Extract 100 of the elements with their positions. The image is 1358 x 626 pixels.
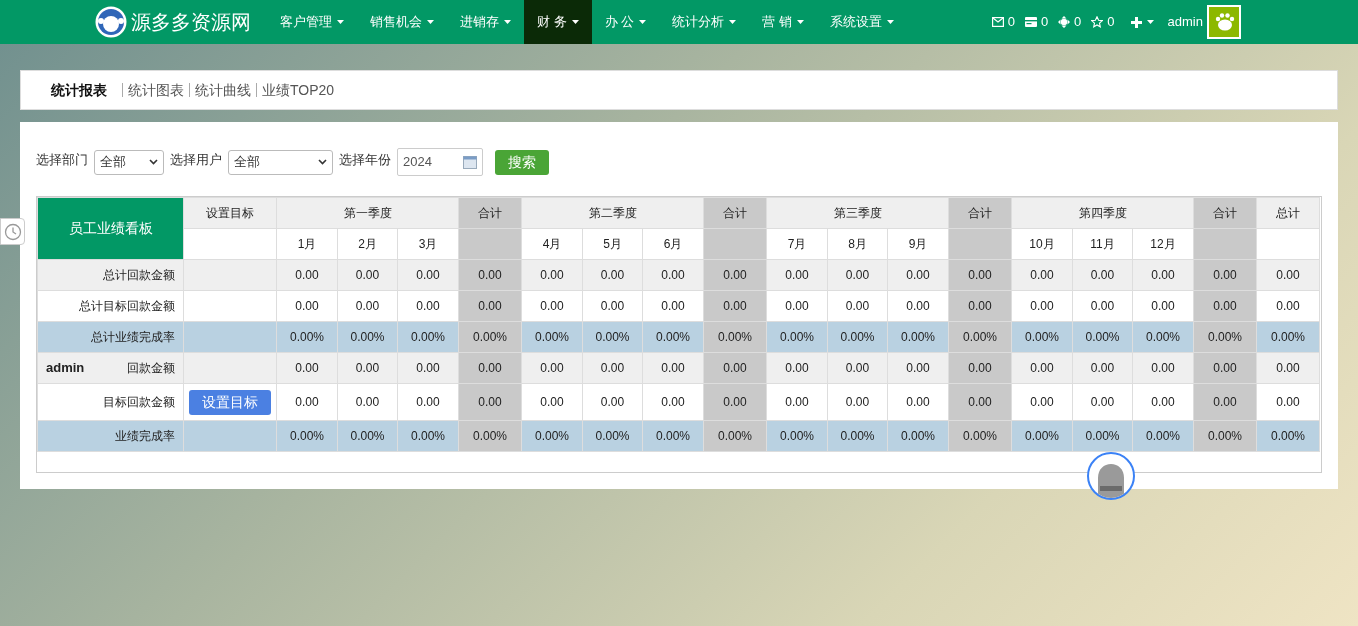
select-field[interactable]: 全部 — [228, 149, 333, 175]
card-counter[interactable]: 0 — [1024, 12, 1049, 32]
column-header: 合计 — [458, 197, 522, 229]
table-cell: 0.00 — [1193, 259, 1257, 291]
menu-item[interactable]: 系统设置 — [816, 0, 907, 44]
table-cell: 0.00 — [458, 352, 522, 384]
table-cell: 0.00 — [397, 352, 459, 384]
star-icon — [1091, 16, 1104, 28]
menu-item[interactable]: 客户管理 — [267, 0, 357, 44]
table-cell: 0.00 — [337, 290, 398, 322]
caret-icon — [337, 20, 344, 24]
chevron-icon — [318, 159, 327, 165]
table-cell: 0.00% — [887, 321, 949, 353]
table-cell: 0.00 — [1193, 352, 1257, 384]
mail-counter[interactable]: 0 — [991, 12, 1015, 32]
table-cell: 0.00 — [1011, 259, 1073, 291]
table-cell: 0.00 — [887, 352, 949, 384]
table-cell: 0.00 — [1256, 290, 1320, 322]
row-label: 业绩完成率 — [115, 428, 175, 445]
table-cell: 0.00% — [948, 321, 1012, 353]
table-cell: 0.00 — [582, 383, 643, 421]
table-cell: 0.00 — [766, 259, 828, 291]
brand-name[interactable]: 源多多资源网 — [131, 7, 251, 37]
column-header: 6月 — [642, 228, 704, 260]
table-cell: 0.00 — [887, 290, 949, 322]
user-name: admin — [46, 359, 85, 378]
menu-item[interactable]: 财 务 — [524, 0, 592, 44]
table-cell: 0.00 — [1132, 290, 1194, 322]
column-header: 8月 — [827, 228, 888, 260]
add-menu[interactable] — [1130, 16, 1154, 28]
table-cell: 0.00 — [337, 259, 398, 291]
menu-item[interactable]: 办 公 — [591, 0, 660, 44]
table-cell: 0.00% — [1256, 420, 1320, 452]
column-header: 10月 — [1011, 228, 1073, 260]
table-cell: 0.00 — [397, 383, 459, 421]
calendar-icon — [463, 155, 477, 169]
table-cell: 0.00 — [582, 352, 643, 384]
table-cell: 0.00 — [948, 383, 1012, 421]
table-cell: 0.00% — [766, 321, 828, 353]
menu-item[interactable]: 销售机会 — [357, 0, 447, 44]
chevron-icon — [149, 159, 158, 165]
tab[interactable]: 统计图表 — [128, 79, 184, 101]
table-cell: 0.00 — [1132, 352, 1194, 384]
filter-label: 选择部门 — [36, 151, 88, 170]
column-header: 第一季度 — [276, 197, 459, 229]
move-counter[interactable]: 0 — [1058, 12, 1082, 32]
table-cell: 0.00 — [827, 259, 888, 291]
tab[interactable]: 统计曲线 — [195, 79, 251, 101]
table-cell: 0.00% — [642, 420, 704, 452]
table-cell: 0.00 — [1011, 383, 1073, 421]
table-cell: 0.00 — [948, 259, 1012, 291]
table-cell: 0.00 — [703, 290, 767, 322]
user-name[interactable]: admin — [1167, 12, 1203, 32]
table-cell: 0.00 — [703, 352, 767, 384]
tab[interactable]: 业绩TOP20 — [262, 79, 335, 101]
tab[interactable]: 统计报表 — [51, 79, 107, 101]
column-header: 合计 — [1193, 197, 1257, 229]
table-cell: 0.00 — [887, 259, 949, 291]
table-cell: 0.00 — [827, 383, 888, 421]
table-cell: 0.00% — [397, 321, 459, 353]
plus-icon — [1130, 16, 1142, 28]
table-cell: 0.00% — [1132, 321, 1194, 353]
table-cell: 0.00 — [397, 290, 459, 322]
caret-icon — [571, 20, 579, 24]
table-cell: 0.00 — [1132, 383, 1194, 421]
menu-item[interactable]: 统计分析 — [659, 0, 750, 44]
menu-item[interactable]: 进销存 — [447, 0, 524, 44]
table-cell: 0.00% — [521, 321, 583, 353]
table-cell: 0.00% — [458, 321, 522, 353]
search-button[interactable]: 搜索 — [495, 149, 549, 175]
table-cell: 0.00% — [337, 321, 398, 353]
table-cell: 0.00% — [276, 321, 338, 353]
user-avatar[interactable] — [1207, 5, 1241, 39]
column-header: 2月 — [337, 228, 398, 260]
column-header: 合计 — [948, 197, 1012, 229]
star-counter[interactable]: 0 — [1091, 12, 1115, 32]
table-cell: 0.00% — [458, 420, 522, 452]
history-tab[interactable] — [0, 218, 25, 245]
column-header: 9月 — [887, 228, 949, 260]
table-cell: 0.00 — [276, 290, 338, 322]
column-header: 总计 — [1256, 197, 1320, 229]
table-cell: 0.00 — [887, 383, 949, 421]
table-cell: 0.00 — [948, 352, 1012, 384]
select-field[interactable]: 全部 — [94, 149, 164, 175]
table-cell: 0.00 — [703, 383, 767, 421]
table-cell: 0.00 — [458, 383, 522, 421]
table-cell: 0.00 — [397, 259, 459, 291]
caret-icon — [886, 20, 894, 24]
menu-item[interactable]: 营 销 — [749, 0, 817, 44]
table-cell: 0.00 — [337, 352, 398, 384]
table-cell: 0.00 — [642, 383, 704, 421]
table-cell: 0.00 — [1193, 383, 1257, 421]
set-target-button[interactable]: 设置目标 — [189, 389, 271, 415]
table-cell: 0.00 — [276, 259, 338, 291]
table-cell: 0.00 — [766, 352, 828, 384]
caret-icon — [729, 20, 737, 24]
table-cell: 0.00 — [948, 290, 1012, 322]
table-cell: 0.00 — [521, 383, 583, 421]
table-cell: 0.00 — [1256, 383, 1320, 421]
year-field[interactable]: 2024 — [397, 148, 483, 176]
